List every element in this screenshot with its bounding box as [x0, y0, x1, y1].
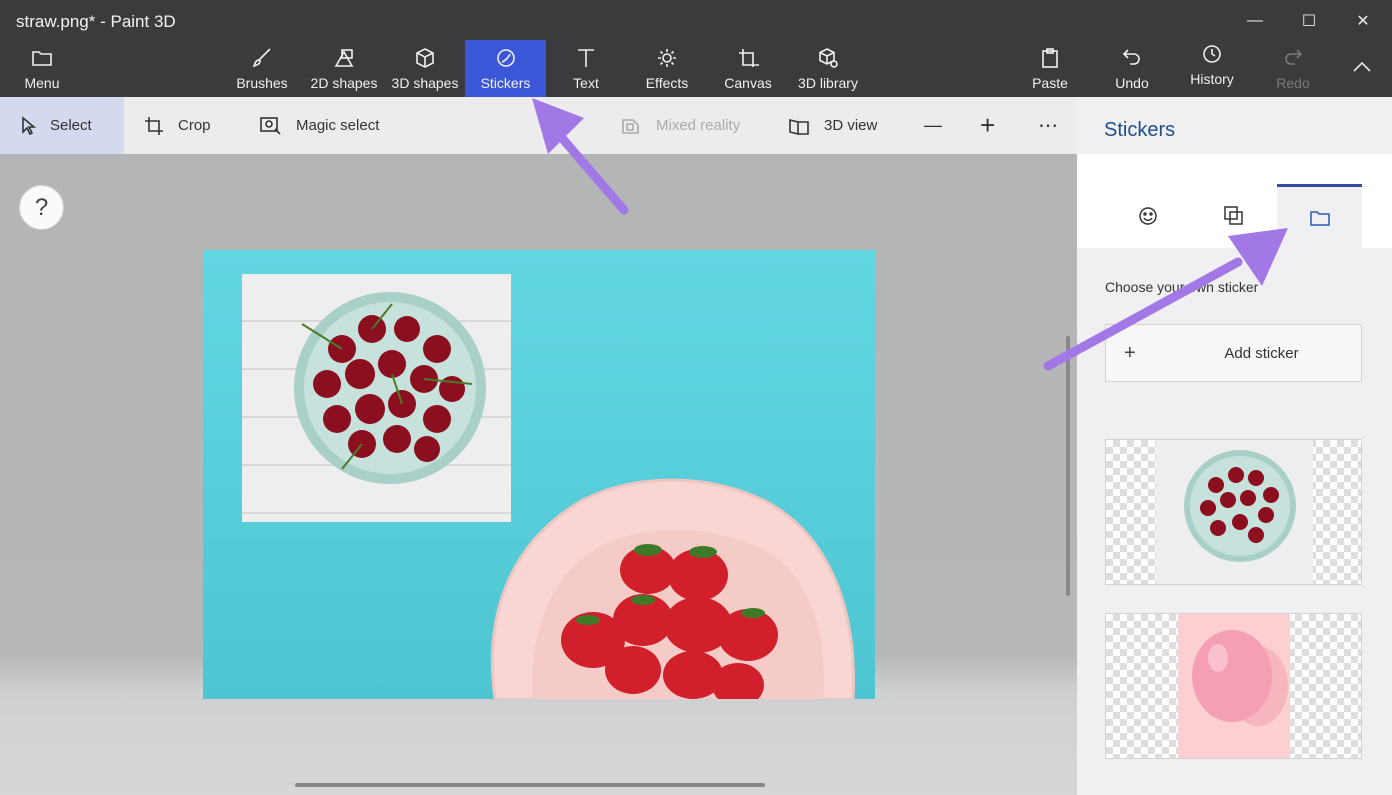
paste-button[interactable]: Paste [1022, 40, 1078, 97]
folder-icon [30, 46, 54, 70]
tool-3d-library[interactable]: 3D library [790, 40, 866, 97]
tool-text[interactable]: Text [556, 40, 616, 97]
title-and-toolbar: straw.png* - Paint 3D — ☐ ✕ Menu Brushes… [0, 0, 1392, 97]
3d-view-button[interactable]: 3D view [788, 97, 877, 154]
close-button[interactable]: ✕ [1341, 6, 1385, 36]
zoom-in-button[interactable]: + [980, 97, 995, 154]
magic-select-icon [260, 116, 281, 135]
menu-button[interactable]: Menu [14, 40, 70, 97]
horizontal-scrollbar[interactable] [295, 783, 765, 787]
add-sticker-button[interactable]: + Add sticker [1105, 324, 1362, 382]
tool-label: Text [573, 75, 599, 91]
custom-sticker-balloon[interactable] [1105, 613, 1362, 759]
custom-sticker-folder-icon [1309, 210, 1330, 226]
sub-toolbar: Select Crop Magic select Mixed reality 3… [0, 97, 1077, 154]
select-label: Select [50, 117, 92, 134]
choose-sticker-label: Choose your own sticker [1105, 279, 1259, 295]
sticker-tabs [1077, 154, 1392, 248]
minimize-button[interactable]: — [1233, 6, 1277, 36]
tool-label: Stickers [480, 75, 531, 91]
collapse-toolbar-button[interactable] [1340, 52, 1384, 82]
history-button[interactable]: History [1182, 40, 1242, 97]
2d-shapes-icon [332, 46, 356, 70]
cherry-sticker-thumbnail [1156, 440, 1313, 584]
chevron-up-icon [1353, 61, 1371, 72]
tool-label: 3D shapes [391, 75, 459, 91]
custom-sticker-cherries[interactable] [1105, 439, 1362, 585]
text-icon [574, 46, 598, 70]
mixed-reality-label: Mixed reality [656, 117, 741, 134]
vertical-scrollbar[interactable] [1066, 336, 1070, 596]
canvas-icon [736, 46, 760, 70]
crop-icon [145, 116, 163, 135]
crop-label: Crop [178, 117, 211, 134]
tool-canvas[interactable]: Canvas [718, 40, 778, 97]
3d-view-icon [789, 118, 809, 135]
panel-title: Stickers [1104, 119, 1176, 141]
undo-icon [1120, 46, 1144, 70]
tool-label: Brushes [236, 75, 288, 91]
more-options-button[interactable]: ⋯ [1038, 97, 1058, 154]
stickers-panel: Stickers Choose your own sticker + Add s… [1077, 97, 1392, 795]
redo-icon [1281, 46, 1305, 70]
tool-3d-shapes[interactable]: 3D shapes [387, 40, 463, 97]
effects-icon [655, 46, 679, 70]
mixed-reality-icon [622, 118, 639, 134]
3d-shapes-icon [413, 46, 437, 70]
cherry-bowl-image [294, 292, 486, 484]
crop-button[interactable]: Crop [144, 97, 211, 154]
undo-label: Undo [1115, 75, 1149, 91]
add-sticker-label: Add sticker [1224, 344, 1299, 362]
cherry-sticker[interactable] [242, 274, 511, 522]
paste-icon [1038, 46, 1062, 70]
magic-select-label: Magic select [296, 117, 380, 134]
window-title: straw.png* - Paint 3D [16, 12, 176, 31]
history-label: History [1190, 71, 1234, 87]
balloon-sticker-thumbnail [1178, 614, 1290, 758]
tool-stickers[interactable]: Stickers [465, 40, 546, 97]
sticker-face-icon [1138, 207, 1157, 225]
help-button[interactable]: ? [19, 185, 64, 230]
tab-stickers[interactable] [1105, 184, 1190, 248]
canvas-area[interactable]: ? [0, 154, 1077, 795]
tool-brushes[interactable]: Brushes [230, 40, 294, 97]
paste-label: Paste [1032, 75, 1068, 91]
maximize-button[interactable]: ☐ [1287, 6, 1331, 36]
redo-label: Redo [1276, 75, 1310, 91]
redo-button[interactable]: Redo [1265, 40, 1321, 97]
menu-label: Menu [24, 75, 60, 91]
textures-icon [1223, 206, 1243, 225]
tool-label: Canvas [724, 75, 772, 91]
select-button[interactable]: Select [0, 97, 124, 154]
tab-custom-stickers[interactable] [1277, 184, 1362, 248]
3d-view-label: 3D view [824, 117, 878, 134]
tool-effects[interactable]: Effects [637, 40, 697, 97]
stickers-icon [494, 46, 518, 70]
cursor-icon [22, 115, 36, 135]
magic-select-button[interactable]: Magic select [260, 97, 379, 154]
3d-library-icon [816, 46, 840, 70]
mixed-reality-button[interactable]: Mixed reality [620, 97, 740, 154]
history-icon [1200, 42, 1224, 66]
tool-2d-shapes[interactable]: 2D shapes [306, 40, 382, 97]
tab-textures[interactable] [1191, 184, 1276, 248]
canvas-image[interactable] [203, 250, 875, 699]
tool-label: 3D library [798, 75, 858, 91]
zoom-out-button[interactable]: — [924, 97, 942, 154]
tool-label: 2D shapes [310, 75, 378, 91]
undo-button[interactable]: Undo [1104, 40, 1160, 97]
tool-label: Effects [645, 75, 689, 91]
brush-icon [250, 46, 274, 70]
